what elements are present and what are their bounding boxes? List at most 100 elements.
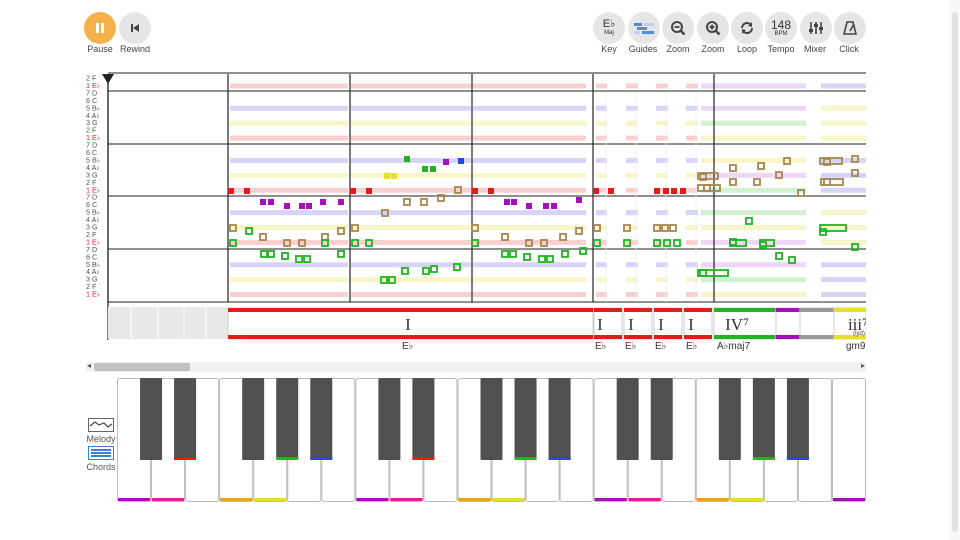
chord-note[interactable]: [669, 224, 677, 232]
chord-note[interactable]: [851, 243, 859, 251]
melody-note[interactable]: [384, 173, 390, 179]
melody-note[interactable]: [430, 166, 436, 172]
chord-note[interactable]: [430, 265, 438, 273]
melody-note[interactable]: [268, 199, 274, 205]
melody-tool[interactable]: Melody: [84, 418, 118, 444]
chord-note[interactable]: [538, 255, 546, 263]
scroll-thumb[interactable]: [94, 363, 190, 371]
chord-note[interactable]: [501, 233, 509, 241]
piano-roll-grid[interactable]: 2 F1 E♭7 D6 C5 B♭4 A♭3 G2 F1 E♭7 D6 C5 B…: [86, 72, 866, 342]
black-key[interactable]: [548, 378, 571, 460]
chord-note[interactable]: [303, 255, 311, 263]
chord-note[interactable]: [281, 252, 289, 260]
melody-note[interactable]: [284, 203, 290, 209]
chord-note[interactable]: [422, 267, 430, 275]
white-key[interactable]: [831, 378, 866, 502]
chord-note[interactable]: [697, 269, 729, 277]
melody-note[interactable]: [260, 199, 266, 205]
piano-keyboard[interactable]: [117, 378, 866, 503]
melody-note[interactable]: [511, 199, 517, 205]
black-key[interactable]: [718, 378, 741, 460]
chord-note[interactable]: [437, 194, 445, 202]
chord-note[interactable]: [575, 227, 583, 235]
chord-note[interactable]: [523, 253, 531, 261]
chord-note[interactable]: [775, 252, 783, 260]
melody-note[interactable]: [306, 203, 312, 209]
melody-note[interactable]: [366, 188, 372, 194]
chord-note[interactable]: [260, 250, 268, 258]
black-key[interactable]: [378, 378, 401, 460]
piano-roll[interactable]: 2 F1 E♭ 7 D6 C5 B♭ 4 A♭ 3 G2 F1 E♭ 7 D6 C5 B…: [86, 72, 866, 342]
melody-note[interactable]: [228, 188, 234, 194]
chord-note[interactable]: [403, 198, 411, 206]
black-key[interactable]: [786, 378, 809, 460]
melody-note[interactable]: [458, 158, 464, 164]
melody-note[interactable]: [654, 188, 660, 194]
chord-note[interactable]: [295, 255, 303, 263]
zoom-in-button[interactable]: [697, 12, 729, 44]
chord-note[interactable]: [757, 162, 765, 170]
melody-note[interactable]: [472, 188, 478, 194]
chord-note[interactable]: [797, 189, 805, 197]
black-key[interactable]: [174, 378, 197, 460]
chord-note[interactable]: [420, 198, 428, 206]
zoom-out-button[interactable]: [662, 12, 694, 44]
page-scrollbar[interactable]: [950, 0, 960, 540]
chord-note[interactable]: [673, 239, 681, 247]
playhead-marker[interactable]: [102, 74, 114, 84]
melody-note[interactable]: [680, 188, 686, 194]
chord-note[interactable]: [501, 250, 509, 258]
melody-note[interactable]: [299, 203, 305, 209]
melody-note[interactable]: [338, 199, 344, 205]
chord-block[interactable]: [775, 307, 801, 340]
scroll-right-icon[interactable]: ▸: [861, 361, 865, 370]
loop-button[interactable]: [731, 12, 763, 44]
chord-note[interactable]: [245, 227, 253, 235]
keyboard-keys[interactable]: [117, 378, 866, 503]
chord-note[interactable]: [509, 250, 517, 258]
click-button[interactable]: [834, 12, 866, 44]
melody-note[interactable]: [488, 188, 494, 194]
chord-note[interactable]: [729, 178, 737, 186]
melody-note[interactable]: [526, 203, 532, 209]
scroll-left-icon[interactable]: ◂: [87, 361, 91, 370]
chords-tool[interactable]: Chords: [84, 446, 118, 472]
black-key[interactable]: [650, 378, 673, 460]
pause-button[interactable]: [84, 12, 116, 44]
chord-note[interactable]: [259, 233, 267, 241]
chord-note[interactable]: [559, 233, 567, 241]
black-key[interactable]: [412, 378, 435, 460]
melody-note[interactable]: [244, 188, 250, 194]
black-key[interactable]: [276, 378, 299, 460]
melody-note[interactable]: [576, 197, 582, 203]
chord-note[interactable]: [753, 178, 761, 186]
melody-note[interactable]: [404, 156, 410, 162]
black-key[interactable]: [616, 378, 639, 460]
chord-note[interactable]: [546, 255, 554, 263]
melody-note[interactable]: [608, 188, 614, 194]
black-key[interactable]: [310, 378, 333, 460]
melody-note[interactable]: [443, 159, 449, 165]
chord-note[interactable]: [561, 250, 569, 258]
black-key[interactable]: [140, 378, 163, 460]
page-scroll-thumb[interactable]: [952, 12, 958, 532]
melody-note[interactable]: [543, 203, 549, 209]
key-button[interactable]: E♭ Maj: [593, 12, 625, 44]
chord-note[interactable]: [759, 241, 767, 249]
chord-note[interactable]: [337, 227, 345, 235]
chord-block[interactable]: [799, 307, 835, 340]
melody-note[interactable]: [350, 188, 356, 194]
black-key[interactable]: [480, 378, 503, 460]
melody-note[interactable]: [422, 166, 428, 172]
melody-note[interactable]: [504, 199, 510, 205]
melody-note[interactable]: [551, 203, 557, 209]
chord-note[interactable]: [788, 256, 796, 264]
melody-note[interactable]: [593, 188, 599, 194]
chord-note[interactable]: [579, 247, 587, 255]
chord-note[interactable]: [401, 267, 409, 275]
melody-note[interactable]: [663, 188, 669, 194]
chord-note[interactable]: [337, 250, 345, 258]
melody-note[interactable]: [391, 173, 397, 179]
tempo-button[interactable]: 148 BPM: [765, 12, 797, 44]
melody-note[interactable]: [320, 199, 326, 205]
